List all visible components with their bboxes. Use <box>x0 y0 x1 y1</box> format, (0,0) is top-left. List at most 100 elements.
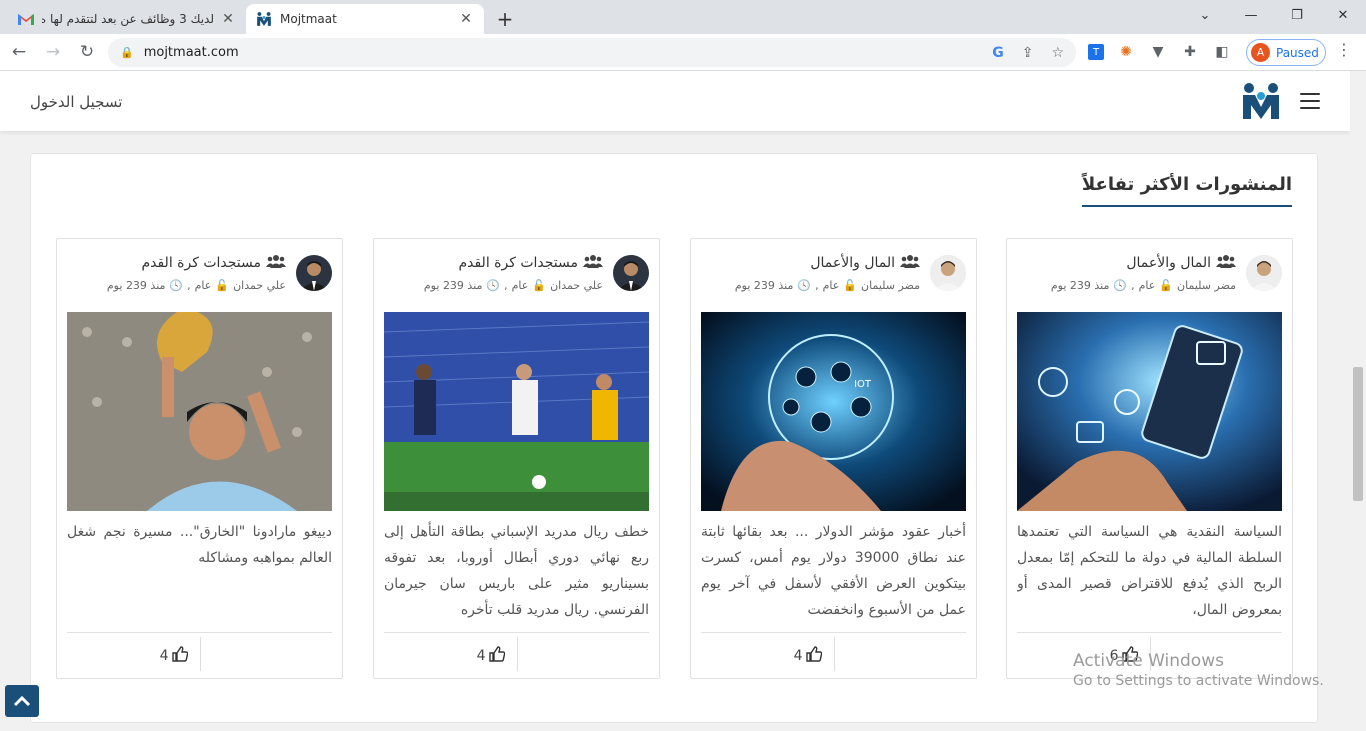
windows-activation-watermark: Activate Windows Go to Settings to activ… <box>1073 651 1324 689</box>
side-panel-icon[interactable]: ◧ <box>1212 40 1232 64</box>
lock-icon: 🔒 <box>120 46 134 59</box>
back-icon[interactable]: ← <box>4 37 34 67</box>
thumbs-up-icon <box>805 646 822 666</box>
extension-vue-icon[interactable]: ▼ <box>1148 40 1168 64</box>
close-tab-icon[interactable]: ✕ <box>220 11 236 27</box>
forward-icon[interactable]: → <box>38 37 68 67</box>
extension-orange-icon[interactable]: ✺ <box>1116 40 1136 64</box>
author-name[interactable]: مضر سليمان <box>861 279 920 292</box>
most-interacted-section: المنشورات الأكثر تفاعلاً المال والأعمال … <box>30 153 1318 723</box>
author-avatar[interactable] <box>930 255 966 291</box>
post-footer: 4 <box>384 632 649 678</box>
group-icon <box>1216 254 1236 272</box>
mojtmaat-icon <box>256 11 272 27</box>
group-icon <box>583 254 603 272</box>
visibility-label: عام <box>822 279 840 292</box>
group-name[interactable]: مستجدات كرة القدم <box>141 255 261 271</box>
address-bar[interactable]: 🔒 mojtmaat.com G ⇪ ☆ <box>108 38 1076 67</box>
post-image[interactable] <box>384 312 649 511</box>
section-title: المنشورات الأكثر تفاعلاً <box>1081 174 1292 207</box>
close-tab-icon[interactable]: ✕ <box>458 11 474 27</box>
like-count: 4 <box>793 648 803 664</box>
close-window-icon[interactable]: ✕ <box>1320 0 1366 30</box>
thumbs-up-icon <box>488 646 505 666</box>
profile-status: Paused <box>1276 45 1319 60</box>
post-card[interactable]: المال والأعمال مضر سليمان 🔓 عام , 🕓 منذ … <box>690 238 977 679</box>
post-footer: 4 <box>701 632 966 678</box>
svg-text:IOT: IOT <box>854 379 872 390</box>
login-link[interactable]: تسجيل الدخول <box>30 93 122 111</box>
post-image[interactable] <box>67 312 332 511</box>
post-card[interactable]: المال والأعمال مضر سليمان 🔓 عام , 🕓 منذ … <box>1006 238 1293 679</box>
like-count: 4 <box>159 648 169 664</box>
extensions-puzzle-icon[interactable]: ✚ <box>1180 40 1200 64</box>
bookmark-star-icon[interactable]: ☆ <box>1051 45 1064 61</box>
tab-title: لديك 3 وظائف عن بعد لتتقدم لها ه... <box>42 12 214 26</box>
url-text: mojtmaat.com <box>143 45 239 60</box>
browser-toolbar: ← → ↻ 🔒 mojtmaat.com G ⇪ ☆ T ✺ ▼ ✚ ◧ A P… <box>0 34 1366 71</box>
tab-gmail[interactable]: لديك 3 وظائف عن بعد لتتقدم لها ه... ✕ <box>8 4 246 34</box>
visibility-label: عام <box>511 279 529 292</box>
post-card[interactable]: مستجدات كرة القدم علي حمدان 🔓 عام , 🕓 من… <box>373 238 660 679</box>
post-image[interactable]: IOT <box>701 312 966 511</box>
author-avatar[interactable] <box>613 255 649 291</box>
post-excerpt[interactable]: السياسة النقدية هي السياسة التي تعتمدها … <box>1017 519 1282 619</box>
post-age: منذ 239 يوم <box>106 279 166 292</box>
chevron-up-icon <box>13 692 31 711</box>
browser-tab-bar: لديك 3 وظائف عن بعد لتتقدم لها ه... ✕ Mo… <box>0 0 1366 34</box>
post-image[interactable] <box>1017 312 1282 511</box>
post-excerpt[interactable]: دييغو مارادونا "الخارق"... مسيرة نجم شغل… <box>67 519 332 619</box>
new-tab-button[interactable]: + <box>490 4 520 34</box>
page-scrollbar[interactable] <box>1350 71 1366 731</box>
group-name[interactable]: المال والأعمال <box>1126 255 1211 271</box>
visibility-label: عام <box>194 279 212 292</box>
author-avatar[interactable] <box>296 255 332 291</box>
post-excerpt[interactable]: أخبار عقود مؤشر الدولار ... بعد بقائها ث… <box>701 519 966 619</box>
restore-icon[interactable]: ❐ <box>1274 0 1320 30</box>
group-name[interactable]: مستجدات كرة القدم <box>458 255 578 271</box>
clock-icon: 🕓 <box>797 279 812 292</box>
extension-translate-icon[interactable]: T <box>1088 44 1104 60</box>
group-icon <box>266 254 286 272</box>
tab-search-icon[interactable]: ⌄ <box>1182 0 1228 30</box>
profile-avatar: A <box>1251 43 1270 62</box>
gmail-icon <box>18 11 34 27</box>
like-button[interactable]: 4 <box>477 646 505 666</box>
unlock-icon: 🔓 <box>215 279 230 292</box>
author-avatar[interactable] <box>1246 255 1282 291</box>
site-header: تسجيل الدخول <box>0 71 1350 131</box>
post-age: منذ 239 يوم <box>1050 279 1110 292</box>
scroll-to-top-button[interactable] <box>5 685 39 717</box>
like-button[interactable]: 4 <box>794 646 822 666</box>
clock-icon: 🕓 <box>169 279 184 292</box>
post-age: منذ 239 يوم <box>734 279 794 292</box>
hamburger-menu-icon[interactable] <box>1300 93 1320 109</box>
post-excerpt[interactable]: خطف ريال مدريد الإسباني بطاقة التأهل إلى… <box>384 519 649 619</box>
page-viewport: تسجيل الدخول المنشورات الأكثر تفاعلاً ال… <box>0 71 1366 731</box>
author-name[interactable]: مضر سليمان <box>1177 279 1236 292</box>
unlock-icon: 🔓 <box>1159 279 1174 292</box>
post-footer: 4 <box>67 632 332 678</box>
unlock-icon: 🔓 <box>843 279 858 292</box>
browser-menu-icon[interactable]: ⋮ <box>1336 40 1352 59</box>
tab-title: Mojtmaat <box>280 12 337 26</box>
post-age: منذ 239 يوم <box>423 279 483 292</box>
clock-icon: 🕓 <box>486 279 501 292</box>
reload-icon[interactable]: ↻ <box>72 37 102 67</box>
minimize-icon[interactable]: — <box>1228 0 1274 30</box>
like-button[interactable]: 4 <box>160 646 188 666</box>
tab-mojtmaat[interactable]: Mojtmaat ✕ <box>246 4 484 34</box>
author-name[interactable]: علي حمدان <box>550 279 603 292</box>
profile-button[interactable]: A Paused <box>1246 39 1326 66</box>
google-icon[interactable]: G <box>992 45 1004 61</box>
clock-icon: 🕓 <box>1113 279 1128 292</box>
share-icon[interactable]: ⇪ <box>1022 45 1034 61</box>
like-count: 4 <box>476 648 486 664</box>
author-name[interactable]: علي حمدان <box>233 279 286 292</box>
thumbs-up-icon <box>171 646 188 666</box>
group-icon <box>900 254 920 272</box>
site-logo[interactable] <box>1240 81 1282 121</box>
group-name[interactable]: المال والأعمال <box>810 255 895 271</box>
post-card[interactable]: مستجدات كرة القدم علي حمدان 🔓 عام , 🕓 من… <box>56 238 343 679</box>
scrollbar-thumb[interactable] <box>1353 367 1363 501</box>
